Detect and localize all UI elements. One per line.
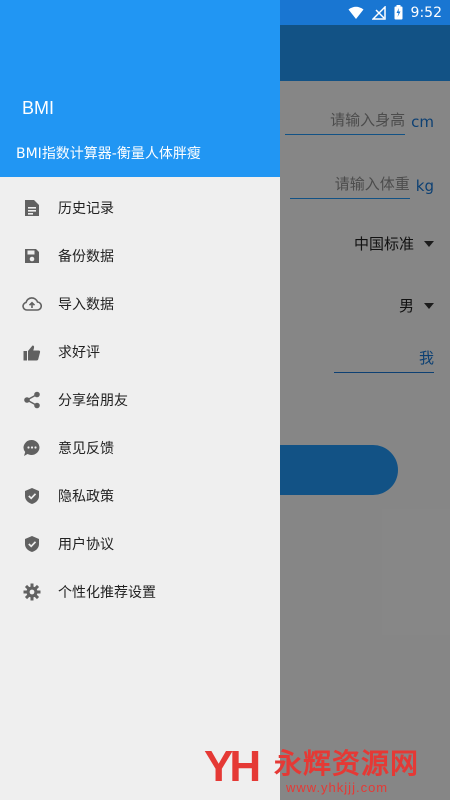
drawer-menu: 历史记录 备份数据 导入数据 求好评 分享给朋友 意见反馈 隐私政策 用户协议 … — [0, 184, 280, 616]
thumb-up-icon — [22, 342, 42, 362]
menu-item-share[interactable]: 分享给朋友 — [0, 376, 280, 424]
no-signal-icon — [371, 5, 386, 20]
menu-item-label: 历史记录 — [58, 201, 114, 217]
share-icon — [22, 390, 42, 410]
watermark-title: 永辉资源网 — [274, 747, 420, 780]
menu-item-label: 用户协议 — [58, 537, 114, 553]
document-icon — [22, 198, 42, 218]
drawer-subtitle: BMI指数计算器-衡量人体胖瘦 — [16, 146, 201, 162]
drawer-header: BMI BMI指数计算器-衡量人体胖瘦 — [0, 0, 280, 177]
menu-item-label: 导入数据 — [58, 297, 114, 313]
shield-check-icon — [22, 486, 42, 506]
menu-item-label: 分享给朋友 — [58, 393, 128, 409]
menu-item-rate[interactable]: 求好评 — [0, 328, 280, 376]
cloud-upload-icon — [22, 294, 42, 314]
menu-item-label: 备份数据 — [58, 249, 114, 265]
menu-item-personalization[interactable]: 个性化推荐设置 — [0, 568, 280, 616]
menu-item-backup[interactable]: 备份数据 — [0, 232, 280, 280]
drawer-title: BMI — [22, 98, 55, 118]
menu-item-import[interactable]: 导入数据 — [0, 280, 280, 328]
navigation-drawer: BMI BMI指数计算器-衡量人体胖瘦 历史记录 备份数据 导入数据 求好评 分… — [0, 0, 280, 800]
battery-charging-icon — [394, 5, 403, 20]
menu-item-history[interactable]: 历史记录 — [0, 184, 280, 232]
menu-item-label: 隐私政策 — [58, 489, 114, 505]
menu-item-label: 个性化推荐设置 — [58, 585, 156, 601]
watermark: YH 永辉资源网 www.yhkjjj.com — [200, 738, 450, 800]
watermark-logo: YH — [204, 742, 261, 791]
gear-icon — [22, 582, 42, 602]
wifi-icon — [348, 6, 364, 20]
status-icons: 9:52 — [348, 3, 442, 22]
menu-item-privacy[interactable]: 隐私政策 — [0, 472, 280, 520]
menu-item-agreement[interactable]: 用户协议 — [0, 520, 280, 568]
menu-item-label: 意见反馈 — [58, 441, 114, 457]
menu-item-feedback[interactable]: 意见反馈 — [0, 424, 280, 472]
shield-check-icon — [22, 534, 42, 554]
menu-item-label: 求好评 — [58, 345, 100, 361]
save-icon — [22, 246, 42, 266]
chat-icon — [22, 438, 42, 458]
watermark-url: www.yhkjjj.com — [286, 780, 389, 795]
clock: 9:52 — [410, 4, 442, 21]
